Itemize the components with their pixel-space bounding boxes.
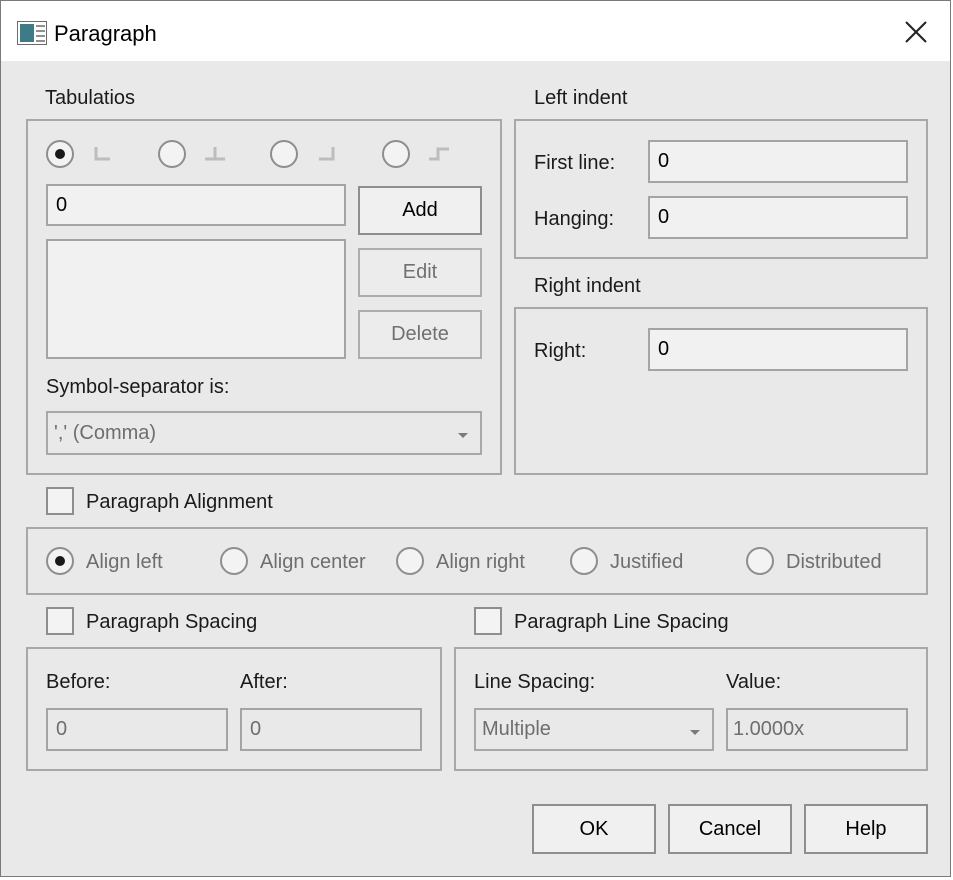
first-line-label: First line: (534, 152, 616, 174)
line-spacing-value: Multiple (482, 718, 551, 740)
separator-value: ',' (Comma) (54, 421, 157, 444)
delete-button[interactable]: Delete (358, 310, 482, 359)
line-spacing-value-input[interactable] (726, 708, 908, 751)
align-left-radio[interactable] (46, 547, 74, 575)
left-indent-label: Left indent (534, 87, 628, 109)
value-label: Value: (726, 671, 782, 693)
align-right-radio[interactable] (396, 547, 424, 575)
line-spacing-label: Line Spacing: (474, 671, 596, 693)
close-button[interactable] (893, 11, 939, 53)
justified-label: Justified (610, 551, 684, 573)
right-input[interactable] (648, 328, 908, 371)
align-right-label: Align right (436, 551, 525, 573)
line-spacing-checkbox[interactable] (474, 607, 502, 635)
line-spacing-group-label: Paragraph Line Spacing (514, 611, 729, 633)
edit-button[interactable]: Edit (358, 248, 482, 297)
tab-center-radio[interactable] (158, 140, 186, 168)
after-label: After: (240, 671, 288, 693)
line-spacing-select[interactable]: Multiple (474, 708, 714, 751)
align-center-label: Align center (260, 551, 366, 573)
hanging-input[interactable] (648, 196, 908, 239)
paragraph-alignment-checkbox[interactable] (46, 487, 74, 515)
dialog-title: Paragraph (54, 21, 157, 46)
add-button[interactable]: Add (358, 186, 482, 235)
tab-right-align-icon (319, 147, 335, 161)
close-icon (905, 21, 927, 43)
tab-decimal-radio[interactable] (382, 140, 410, 168)
tab-position-input[interactable] (46, 184, 346, 226)
ok-button[interactable]: OK (532, 804, 656, 854)
dropdown-arrow-icon (458, 433, 468, 438)
tab-left-radio[interactable] (46, 140, 74, 168)
right-label: Right: (534, 340, 587, 362)
first-line-input[interactable] (648, 140, 908, 183)
distributed-radio[interactable] (746, 547, 774, 575)
align-left-label: Align left (86, 551, 163, 573)
hanging-label: Hanging: (534, 208, 615, 230)
tabulations-label: Tabulatios (45, 87, 136, 109)
after-input[interactable] (240, 708, 422, 751)
right-indent-label: Right indent (534, 275, 641, 297)
paragraph-alignment-label: Paragraph Alignment (86, 491, 273, 513)
tab-right-radio[interactable] (270, 140, 298, 168)
tab-decimal-align-icon (429, 147, 449, 161)
before-input[interactable] (46, 708, 228, 751)
paragraph-spacing-label: Paragraph Spacing (86, 611, 258, 633)
align-center-radio[interactable] (220, 547, 248, 575)
cancel-button[interactable]: Cancel (668, 804, 792, 854)
title-bar: Paragraph (1, 1, 950, 61)
justified-radio[interactable] (570, 547, 598, 575)
paragraph-dialog: Paragraph Tabulatios Add Edit Delete Sym… (0, 0, 951, 877)
paragraph-spacing-checkbox[interactable] (46, 607, 74, 635)
distributed-label: Distributed (786, 551, 882, 573)
app-icon (17, 21, 47, 45)
help-button[interactable]: Help (804, 804, 928, 854)
dropdown-arrow-icon (690, 730, 700, 735)
tab-left-align-icon (94, 147, 110, 161)
separator-select[interactable]: ',' (Comma) (46, 411, 482, 455)
tab-center-align-icon (205, 147, 225, 161)
before-label: Before: (46, 671, 111, 693)
separator-label: Symbol-separator is: (46, 376, 230, 398)
tab-list[interactable] (46, 239, 346, 359)
